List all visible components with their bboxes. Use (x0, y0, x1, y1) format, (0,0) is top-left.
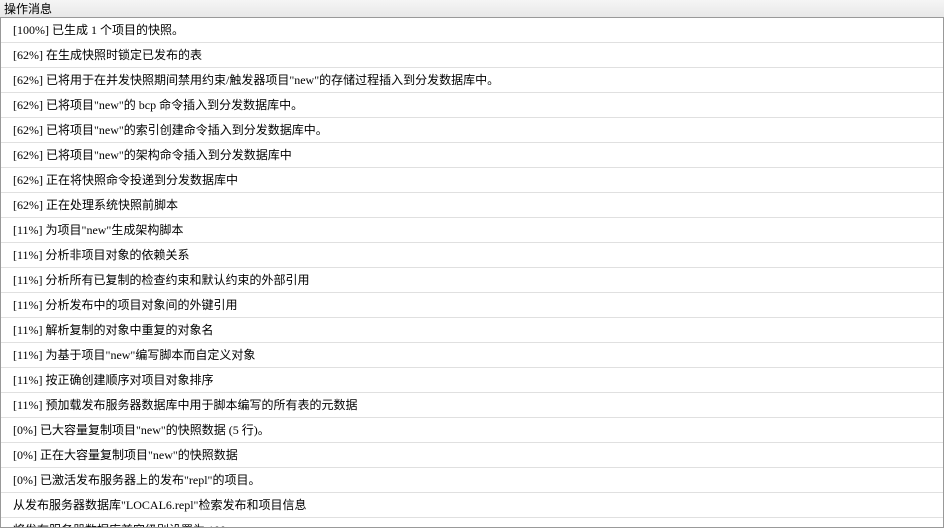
log-item: [0%] 已大容量复制项目"new"的快照数据 (5 行)。 (1, 418, 943, 443)
log-item: [62%] 已将项目"new"的索引创建命令插入到分发数据库中。 (1, 118, 943, 143)
log-item: [11%] 为项目"new"生成架构脚本 (1, 218, 943, 243)
log-item: [11%] 分析发布中的项目对象间的外键引用 (1, 293, 943, 318)
log-item: [0%] 已激活发布服务器上的发布"repl"的项目。 (1, 468, 943, 493)
panel-header: 操作消息 (0, 0, 944, 18)
panel-title: 操作消息 (4, 2, 52, 16)
log-item: [62%] 正在将快照命令投递到分发数据库中 (1, 168, 943, 193)
log-item: 将发布服务器数据库兼容级别设置为 100。 (1, 518, 943, 528)
log-item: [11%] 预加载发布服务器数据库中用于脚本编写的所有表的元数据 (1, 393, 943, 418)
log-item: [11%] 分析所有已复制的检查约束和默认约束的外部引用 (1, 268, 943, 293)
log-item: [62%] 已将项目"new"的 bcp 命令插入到分发数据库中。 (1, 93, 943, 118)
log-item: [11%] 分析非项目对象的依赖关系 (1, 243, 943, 268)
log-item: [62%] 已将项目"new"的架构命令插入到分发数据库中 (1, 143, 943, 168)
log-list[interactable]: [100%] 已生成 1 个项目的快照。 [62%] 在生成快照时锁定已发布的表… (0, 18, 944, 528)
log-item: [11%] 解析复制的对象中重复的对象名 (1, 318, 943, 343)
log-item: [0%] 正在大容量复制项目"new"的快照数据 (1, 443, 943, 468)
log-item: [62%] 在生成快照时锁定已发布的表 (1, 43, 943, 68)
log-item: [62%] 已将用于在并发快照期间禁用约束/触发器项目"new"的存储过程插入到… (1, 68, 943, 93)
log-item: 从发布服务器数据库"LOCAL6.repl"检索发布和项目信息 (1, 493, 943, 518)
log-item: [100%] 已生成 1 个项目的快照。 (1, 18, 943, 43)
log-item: [11%] 为基于项目"new"编写脚本而自定义对象 (1, 343, 943, 368)
log-item: [62%] 正在处理系统快照前脚本 (1, 193, 943, 218)
log-item: [11%] 按正确创建顺序对项目对象排序 (1, 368, 943, 393)
